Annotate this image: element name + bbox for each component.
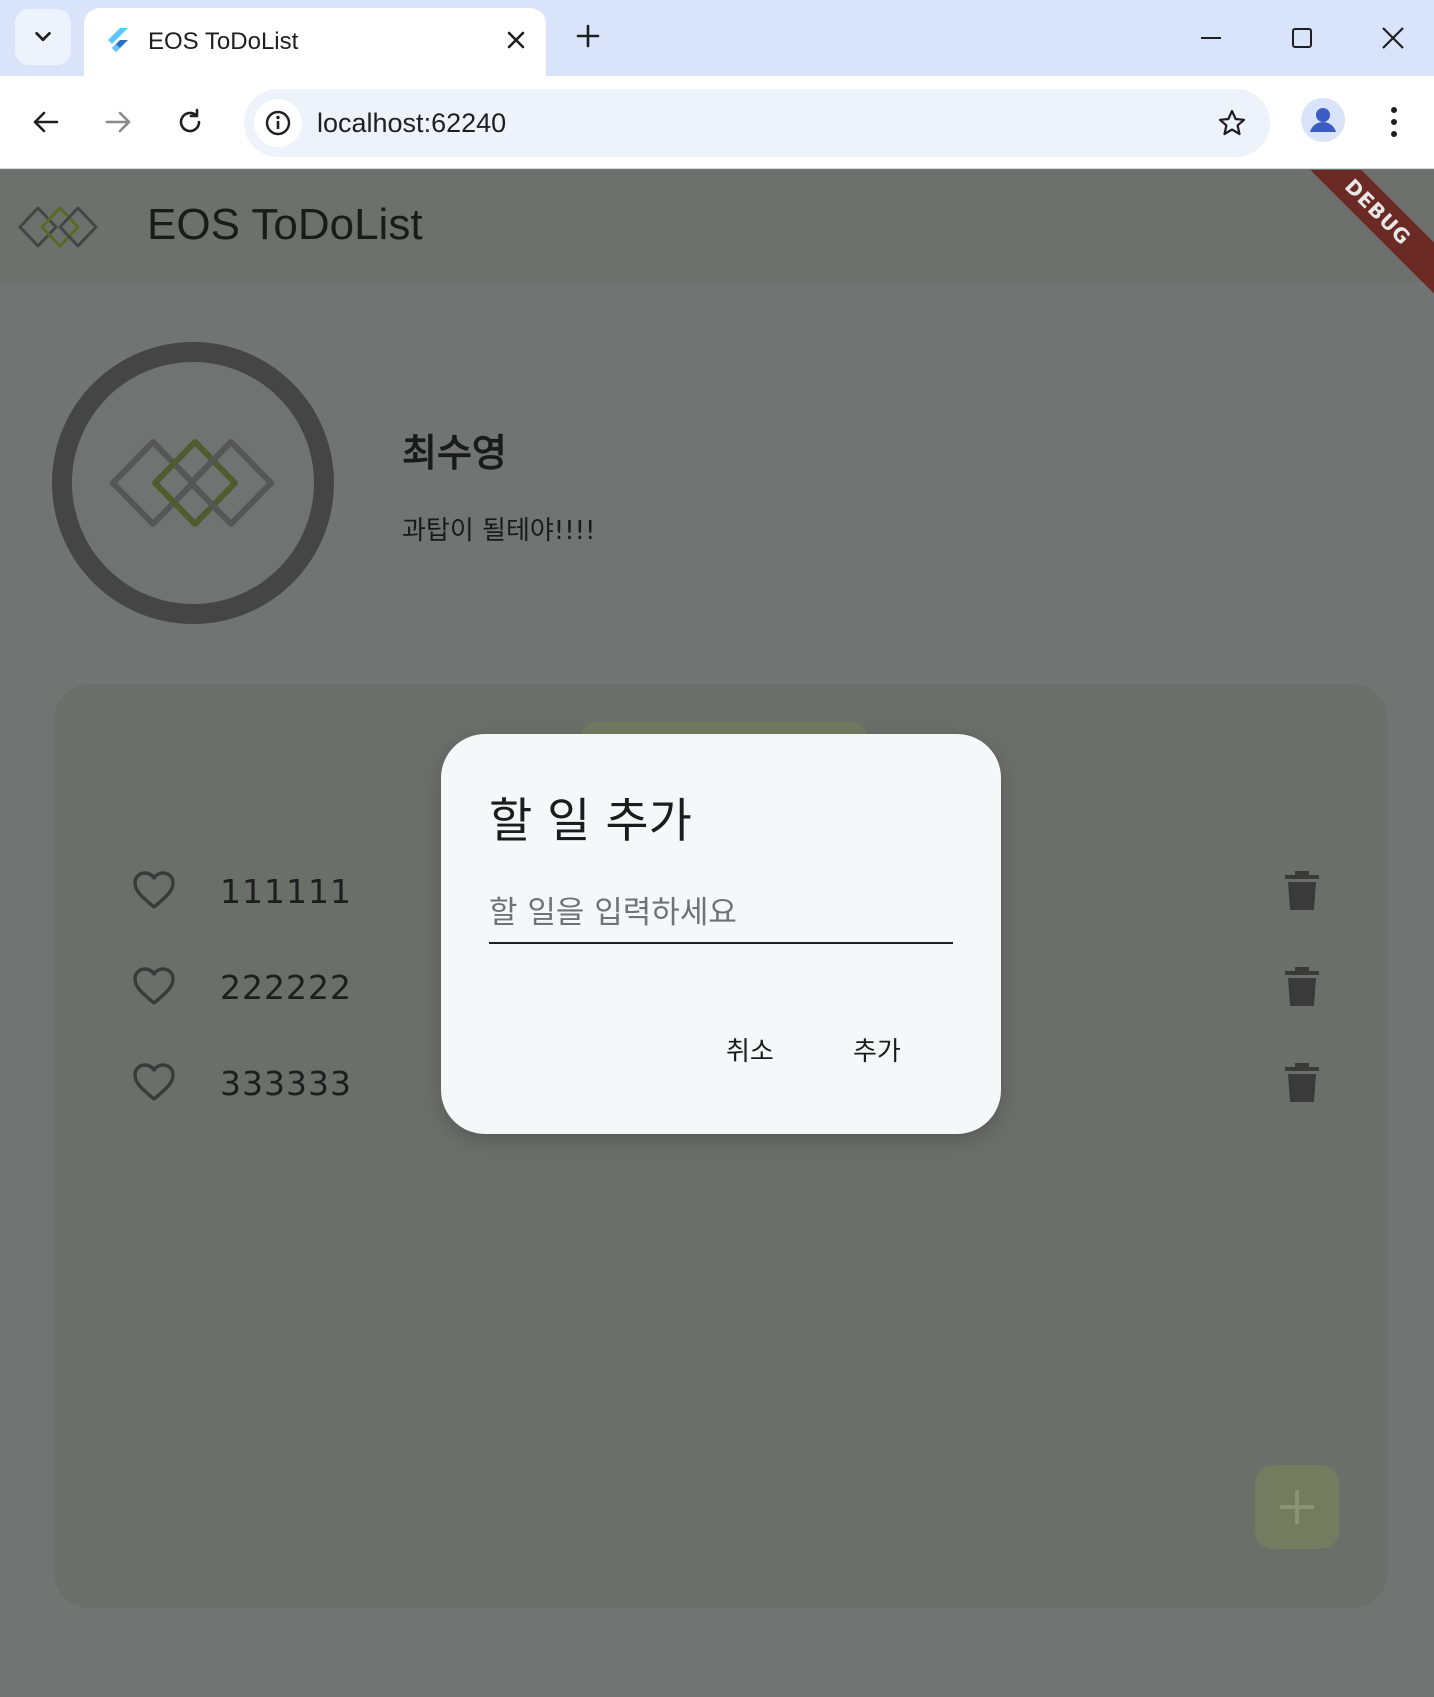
- app-bar: EOS ToDoList: [0, 170, 1434, 282]
- minimize-button[interactable]: [1183, 14, 1239, 62]
- flutter-favicon-icon: [108, 28, 128, 52]
- back-button[interactable]: [22, 98, 70, 146]
- reload-icon: [179, 108, 201, 133]
- close-window-button[interactable]: [1365, 14, 1421, 62]
- maximize-icon: [1292, 28, 1312, 48]
- tab-search-button[interactable]: [15, 9, 71, 65]
- info-icon: [265, 110, 291, 136]
- plus-icon: [576, 24, 600, 48]
- bookmark-button[interactable]: [1208, 99, 1256, 147]
- close-icon: [507, 31, 525, 49]
- minimize-icon: [1201, 37, 1221, 39]
- trash-icon[interactable]: [1282, 1060, 1322, 1104]
- address-bar[interactable]: localhost:62240: [244, 89, 1270, 157]
- add-button[interactable]: 추가: [847, 1024, 907, 1074]
- todo-text: 222222: [220, 968, 352, 1007]
- todo-text: 333333: [220, 1064, 352, 1103]
- browser-menu-button[interactable]: [1370, 98, 1418, 146]
- site-info-button[interactable]: [254, 99, 302, 147]
- profile-button[interactable]: [1301, 98, 1345, 142]
- browser-tabstrip: EOS ToDoList: [0, 0, 1434, 78]
- heart-outline-icon[interactable]: [132, 870, 176, 910]
- cancel-button[interactable]: 취소: [720, 1024, 780, 1074]
- more-vert-icon: [1391, 107, 1397, 137]
- heart-outline-icon[interactable]: [132, 1062, 176, 1102]
- trash-icon[interactable]: [1282, 868, 1322, 912]
- tab-title: EOS ToDoList: [148, 28, 299, 55]
- url-text: localhost:62240: [317, 108, 507, 138]
- browser-toolbar: localhost:62240: [0, 76, 1434, 169]
- browser-tab[interactable]: EOS ToDoList: [84, 8, 546, 78]
- forward-button[interactable]: [94, 98, 142, 146]
- profile-name: 최수영: [402, 431, 507, 475]
- app-title: EOS ToDoList: [147, 200, 423, 249]
- profile-status-message: 과탑이 될테야!!!!: [402, 516, 596, 546]
- plus-icon: [1280, 1490, 1314, 1524]
- todo-input-field[interactable]: [489, 884, 953, 944]
- heart-outline-icon[interactable]: [132, 966, 176, 1006]
- maximize-button[interactable]: [1274, 14, 1330, 62]
- trash-icon[interactable]: [1282, 964, 1322, 1008]
- add-todo-dialog: 할 일 추가 취소 추가: [441, 734, 1001, 1134]
- star-icon: [1218, 109, 1246, 136]
- back-arrow-icon: [33, 111, 59, 133]
- todo-text: 111111: [220, 872, 352, 911]
- tab-close-button[interactable]: [498, 22, 534, 58]
- eos-logo-icon: [110, 439, 274, 527]
- chevron-down-icon: [35, 31, 51, 42]
- new-tab-button[interactable]: [568, 16, 608, 56]
- dialog-title: 할 일 추가: [489, 794, 692, 849]
- reload-button[interactable]: [166, 98, 214, 146]
- eos-logo-icon: [18, 206, 98, 248]
- profile-avatar: [52, 342, 334, 624]
- add-todo-fab[interactable]: [1255, 1465, 1339, 1549]
- forward-arrow-icon: [105, 111, 131, 133]
- profile-icon: [1310, 108, 1336, 132]
- close-window-icon: [1382, 27, 1404, 49]
